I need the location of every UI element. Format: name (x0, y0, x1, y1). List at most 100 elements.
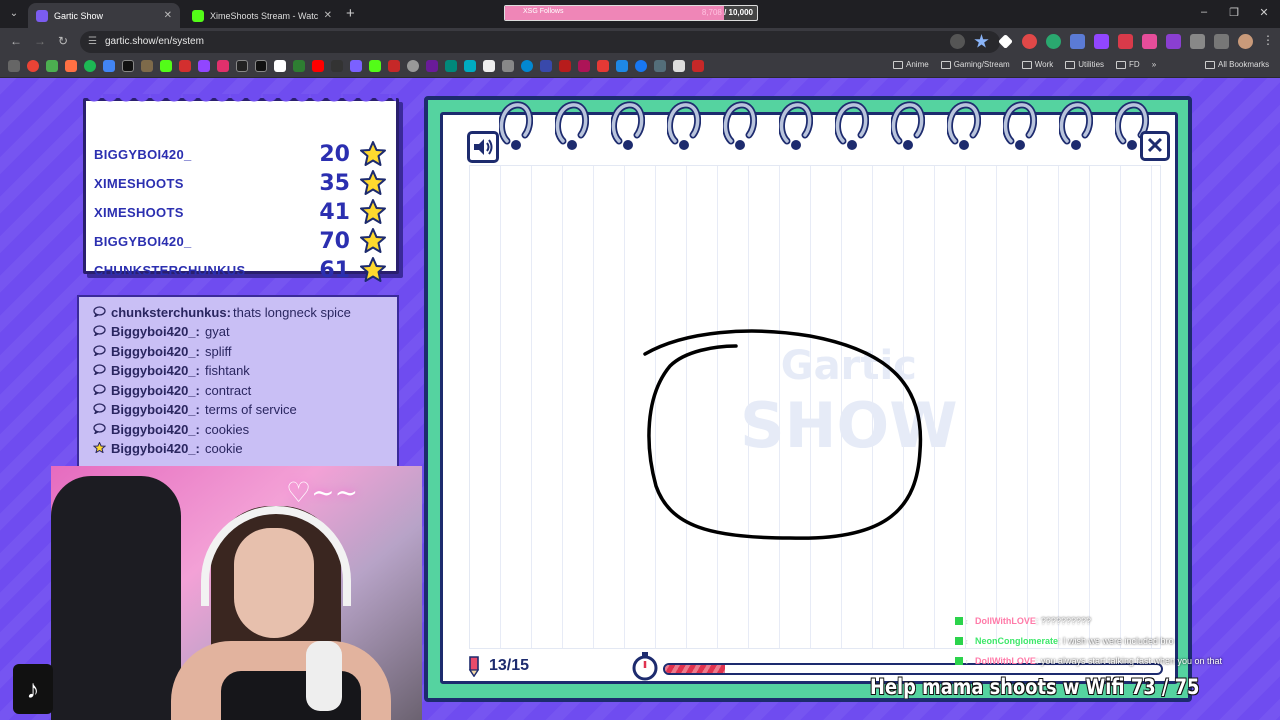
folder-label: Gaming/Stream (953, 60, 1010, 69)
menu-dots-icon[interactable]: ⋮ (1262, 34, 1277, 49)
bookmark-icon[interactable] (350, 60, 362, 72)
chat-badge-icon: ↕ (965, 619, 969, 626)
extension-icon[interactable] (1022, 34, 1037, 49)
sidebar-icon[interactable] (1214, 34, 1229, 49)
bookmark-icon[interactable] (540, 60, 552, 72)
folder-icon (1021, 60, 1032, 69)
site-info-icon[interactable]: ☰ (88, 36, 97, 47)
player-score: 20 (319, 142, 350, 167)
spiral-ring-icon (555, 101, 589, 150)
bookmark-icon[interactable] (160, 60, 172, 72)
chat-badge-icon (955, 657, 963, 665)
bookmark-icon[interactable] (255, 60, 267, 72)
bookmark-icon[interactable] (445, 60, 457, 72)
eye-off-icon[interactable] (950, 34, 965, 49)
bookmark-icon[interactable] (179, 60, 191, 72)
bookmark-icon[interactable] (426, 60, 438, 72)
bookmark-icons (8, 60, 704, 72)
apps-grid-icon[interactable] (8, 60, 20, 72)
extension-icon[interactable] (1070, 34, 1085, 49)
bookmark-icon[interactable] (369, 60, 381, 72)
all-bookmarks-label: All Bookmarks (1218, 60, 1270, 69)
bookmark-icon[interactable] (293, 60, 305, 72)
bookmark-icon[interactable] (616, 60, 628, 72)
bookmark-icon[interactable] (464, 60, 476, 72)
extension-icon[interactable] (1142, 34, 1157, 49)
bookmark-icon[interactable] (388, 60, 400, 72)
bookmark-icon[interactable] (27, 60, 39, 72)
bookmark-icon[interactable] (198, 60, 210, 72)
bookmark-icon[interactable] (521, 60, 533, 72)
bookmark-icon[interactable] (559, 60, 571, 72)
extensions-puzzle-icon[interactable] (1190, 34, 1205, 49)
bookmark-icon[interactable] (46, 60, 58, 72)
bookmark-icon[interactable] (122, 60, 134, 72)
close-tab-icon[interactable]: ✕ (164, 10, 172, 21)
bookmark-icon[interactable] (312, 60, 324, 72)
drawing-canvas[interactable]: Gartic SHOW (469, 165, 1161, 649)
close-window-button[interactable]: ✕ (1256, 6, 1272, 19)
bookmark-icon[interactable] (654, 60, 666, 72)
follow-goal-count: 8,708 / 10,000 (701, 8, 753, 17)
extension-icon[interactable] (1118, 34, 1133, 49)
bookmark-icon[interactable] (578, 60, 590, 72)
bookmark-icon[interactable] (141, 60, 153, 72)
avatar[interactable] (1238, 34, 1253, 49)
close-tab-icon[interactable]: ✕ (324, 10, 332, 21)
bookmark-icon[interactable] (274, 60, 286, 72)
folder-work[interactable]: Work (1021, 60, 1053, 69)
bookmarks-bar: Anime Gaming/Stream Work Utilities FD » … (0, 56, 1280, 78)
gaming-chair (51, 476, 181, 720)
folder-fd[interactable]: FD (1116, 60, 1140, 69)
extension-icon[interactable] (998, 34, 1013, 49)
back-icon[interactable]: ← (10, 34, 22, 48)
bookmark-icon[interactable] (483, 60, 495, 72)
stream-goal-text: Help mama shoots w Wifi 73 / 75 (870, 675, 1200, 699)
bookmark-icon[interactable] (331, 60, 343, 72)
leaderboard: BIGGYBOI420_ 20 XIMESHOOTS 35 XIMESHOOTS… (83, 94, 399, 283)
extension-icon[interactable] (1166, 34, 1181, 49)
bookmark-icon[interactable] (635, 60, 647, 72)
more-bookmarks-chevron-icon[interactable]: » (1152, 60, 1156, 69)
bookmark-icon[interactable] (103, 60, 115, 72)
tab-gartic-show[interactable]: Gartic Show ✕ (28, 3, 180, 28)
folder-icon (893, 60, 903, 69)
tab-search-icon[interactable]: ⌄ (6, 6, 22, 22)
player-score: 61 (319, 258, 350, 283)
speech-bubble-icon (93, 384, 106, 395)
follow-goal-current: 8,708 (701, 8, 722, 17)
folder-anime[interactable]: Anime (893, 60, 929, 69)
forward-icon[interactable]: → (34, 34, 46, 48)
overlay-chat-user: NeonConglomerate (975, 636, 1059, 646)
folder-label: FD (1129, 60, 1140, 69)
speech-bubble-icon (93, 364, 106, 375)
headset (201, 506, 351, 606)
spiral-ring-icon (1059, 101, 1093, 150)
close-canvas-button[interactable]: ✕ (1140, 131, 1170, 161)
bookmark-icon[interactable] (673, 60, 685, 72)
extension-icon[interactable] (1094, 34, 1109, 49)
url-input[interactable]: ☰ gartic.show/en/system (80, 31, 1000, 53)
bookmark-icon[interactable] (217, 60, 229, 72)
bookmark-star-icon[interactable] (974, 34, 989, 48)
sound-button[interactable] (467, 131, 499, 163)
bookmark-icon[interactable] (597, 60, 609, 72)
new-tab-button[interactable]: + (346, 5, 355, 22)
bookmark-icon[interactable] (692, 60, 704, 72)
folder-utilities[interactable]: Utilities (1065, 60, 1104, 69)
bookmark-icon[interactable] (502, 60, 514, 72)
extension-icon[interactable] (1046, 34, 1061, 49)
reload-icon[interactable]: ↻ (58, 34, 68, 48)
minimize-button[interactable]: – (1196, 6, 1212, 18)
bookmark-icon[interactable] (65, 60, 77, 72)
tab-ximeshoots-stream[interactable]: XimeShoots Stream - Watch Liv ✕ (184, 3, 340, 28)
spiral-ring-icon (667, 101, 701, 150)
restore-button[interactable]: ❐ (1226, 6, 1242, 19)
folder-gaming-stream[interactable]: Gaming/Stream (940, 60, 1010, 69)
bookmark-icon[interactable] (236, 60, 248, 72)
all-bookmarks-button[interactable]: All Bookmarks (1205, 60, 1269, 69)
bookmark-icon[interactable] (84, 60, 96, 72)
bookmark-folders: Anime Gaming/Stream Work Utilities FD » (893, 60, 1156, 69)
bookmark-icon[interactable] (407, 60, 419, 72)
spiral-ring-icon (947, 101, 981, 150)
